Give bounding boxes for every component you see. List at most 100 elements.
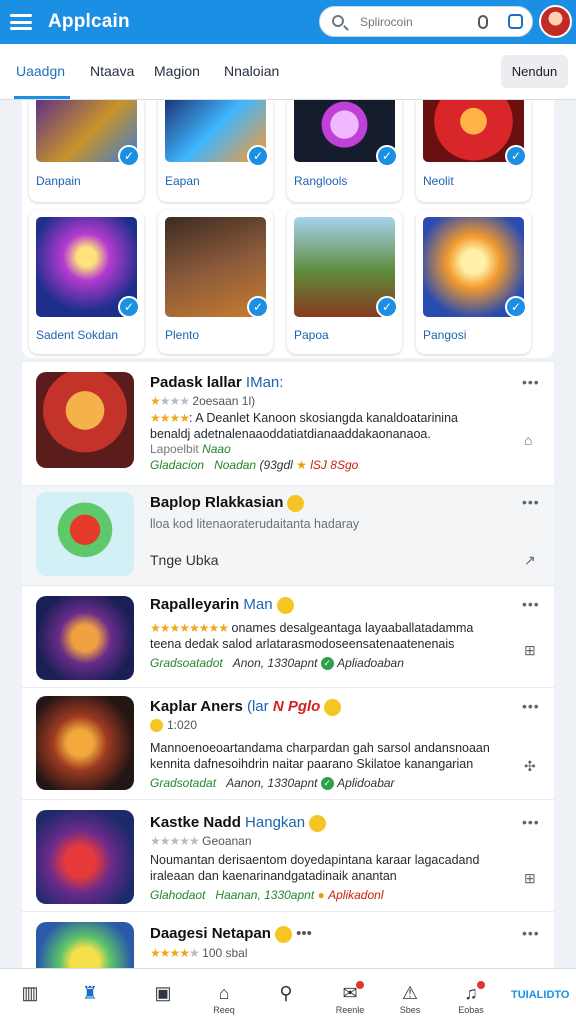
tab-ntaava[interactable]: Ntaava xyxy=(90,63,134,79)
verified-icon: ✓ xyxy=(505,145,527,167)
item-description: Mannoenoeoartandama charpardan gah sarso… xyxy=(150,741,490,771)
tab-action-button[interactable]: Nendun xyxy=(501,55,568,88)
more-options-icon[interactable]: ••• xyxy=(522,698,540,714)
nav-apps-icon[interactable]: ♜ xyxy=(70,983,110,1005)
nav-library-icon[interactable]: ▣ xyxy=(143,983,183,1005)
game-card-label: Ranglools xyxy=(294,174,348,188)
verified-icon: ✓ xyxy=(505,296,527,318)
game-card[interactable]: ✓ Eapan xyxy=(158,100,273,202)
game-card-label: Pangosi xyxy=(423,328,467,342)
game-card[interactable]: ✓ Sadent Sokdan xyxy=(29,210,144,354)
nav-inbox-icon[interactable]: ✉ Reenle xyxy=(330,981,370,1015)
item-meta: Gradsoatadot Anon, 1330apnt ✓ Apliadoaba… xyxy=(150,656,404,671)
emoji-icon xyxy=(309,814,327,832)
item-meta: Gradsotadat Aanon, 1330apnt ✓ Aplidoabar xyxy=(150,776,395,791)
item-rating: ★★★★ 2oesaan 1l) xyxy=(150,394,256,408)
more-options-icon[interactable]: ••• xyxy=(522,374,540,390)
mic-icon[interactable] xyxy=(478,15,488,29)
item-rating: 1:020 xyxy=(150,718,197,733)
emoji-icon xyxy=(276,596,294,614)
item-meta: Glahodaot Haanan, 1330apnt ● Aplikadonl xyxy=(150,888,384,902)
game-card-label: Papoa xyxy=(294,328,329,342)
app-bar: Applcain xyxy=(0,0,576,44)
pin-icon[interactable]: ✣ xyxy=(524,758,536,775)
search-bar[interactable] xyxy=(319,6,533,37)
more-options-icon[interactable]: ••• xyxy=(522,494,540,510)
app-thumbnail xyxy=(36,810,134,904)
game-card[interactable]: ✓ Papoa xyxy=(287,210,402,354)
list-item[interactable]: Baplop Rlakkasian lloa kod litenaorateru… xyxy=(22,486,554,586)
share-icon[interactable]: ⌂ xyxy=(524,432,532,448)
game-card[interactable]: ✓ Plento xyxy=(158,210,273,354)
nav-notifications-icon[interactable]: ♫ Eobas xyxy=(451,981,491,1015)
item-description: ★★★★★★★★ onames desalgeantaga layaaballa… xyxy=(150,621,474,651)
item-description: lloa kod litenaoraterudaitanta hadaray xyxy=(150,517,360,531)
game-card[interactable]: ✓ Neolit xyxy=(416,100,531,202)
game-card[interactable]: ✓ Pangosi xyxy=(416,210,531,354)
item-title: Rapalleyarin Man xyxy=(150,596,294,614)
game-card-label: Danpain xyxy=(36,174,81,188)
tab-nnaloian[interactable]: Nnaloian xyxy=(224,63,279,79)
list-item[interactable]: Padask lallar IMan: ★★★★ 2oesaan 1l) ★★★… xyxy=(22,362,554,486)
item-description: Noumantan derisaentom doyedapintana kara… xyxy=(150,853,480,883)
nav-alerts-icon[interactable]: ⚠ Sbes xyxy=(390,983,430,1015)
grid-icon[interactable]: ⊞ xyxy=(524,642,536,659)
item-meta-top: Lapoelbit Naao xyxy=(150,442,231,456)
active-tab-indicator xyxy=(14,96,70,99)
tab-uaadgn[interactable]: Uaadgn xyxy=(16,63,65,79)
more-options-icon[interactable]: ••• xyxy=(522,925,540,941)
app-thumbnail xyxy=(36,492,134,576)
search-input[interactable] xyxy=(360,12,470,32)
game-card[interactable]: ✓ Ranglools xyxy=(287,100,402,202)
home-icon[interactable] xyxy=(508,14,523,29)
search-icon xyxy=(332,15,344,27)
menu-icon[interactable] xyxy=(10,11,32,33)
item-title: Baplop Rlakkasian xyxy=(150,494,305,512)
featured-grid: ✓ Danpain ✓ Eapan ✓ Ranglools ✓ Neolit ✓… xyxy=(22,100,554,358)
nav-tutorial-label[interactable]: TUIALIDTO xyxy=(511,989,569,1001)
item-rating: ★★★★★ Geoanan xyxy=(150,834,252,848)
game-card-label: Neolit xyxy=(423,174,454,188)
more-options-icon[interactable]: ••• xyxy=(522,814,540,830)
item-rating: ★★★★★ 100 sbal xyxy=(150,946,248,960)
grid-icon[interactable]: ⊞ xyxy=(524,870,536,887)
item-title: Daagesi Netapan ••• xyxy=(150,925,312,943)
list-item[interactable]: Kaplar Aners (lar N Pglo 1:020 Mannoenoe… xyxy=(22,688,554,800)
verified-icon: ✓ xyxy=(118,296,140,318)
item-title: Kaplar Aners (lar N Pglo xyxy=(150,698,342,716)
tab-bar: Uaadgn Ntaava Magion Nnaloian Nendun xyxy=(0,44,576,100)
app-thumbnail xyxy=(36,696,134,790)
app-title: Applcain xyxy=(48,11,130,32)
app-thumbnail xyxy=(36,372,134,468)
item-subtitle: Tnge Ubka xyxy=(150,552,219,568)
emoji-icon xyxy=(287,494,305,512)
item-meta: Gladacion Noadan (93gdl ★ lSJ 8Sgo xyxy=(150,458,359,472)
verified-icon: ✓ xyxy=(376,145,398,167)
item-description: ★★★★: A Deanlet Kanoon skosiangda kanald… xyxy=(150,411,458,441)
list-item[interactable]: Daagesi Netapan ••• ★★★★★ 100 sbal ••• xyxy=(22,912,554,968)
emoji-icon xyxy=(324,698,342,716)
tab-magion[interactable]: Magion xyxy=(154,63,200,79)
list-item[interactable]: Rapalleyarin Man ★★★★★★★★ onames desalge… xyxy=(22,586,554,688)
game-card-label: Sadent Sokdan xyxy=(36,328,119,342)
bottom-nav: ▥ ♜ ▣ ⌂ Reeq ⚲ ✉ Reenle ⚠ Sbes ♫ Eobas TUIAL… xyxy=(0,968,576,1024)
game-card-label: Plento xyxy=(165,328,200,342)
nav-search-icon[interactable]: ⚲ xyxy=(266,983,306,1005)
list-item[interactable]: Kastke Nadd Hangkan ★★★★★ Geoanan Nouman… xyxy=(22,800,554,912)
verified-icon: ✓ xyxy=(376,296,398,318)
emoji-icon xyxy=(274,925,292,943)
nav-home-icon[interactable]: ⌂ Reeq xyxy=(204,983,244,1015)
verified-icon: ✓ xyxy=(118,145,140,167)
app-thumbnail xyxy=(36,922,134,968)
game-card[interactable]: ✓ Danpain xyxy=(29,100,144,202)
item-title: Kastke Nadd Hangkan xyxy=(150,814,327,832)
app-list: Padask lallar IMan: ★★★★ 2oesaan 1l) ★★★… xyxy=(22,362,554,968)
verified-icon: ✓ xyxy=(247,296,269,318)
game-card-label: Eapan xyxy=(165,174,200,188)
verified-icon: ✓ xyxy=(247,145,269,167)
share-icon[interactable]: ↗ xyxy=(524,552,536,569)
nav-dashboard-icon[interactable]: ▥ xyxy=(10,983,50,1005)
avatar[interactable] xyxy=(539,5,572,38)
app-thumbnail xyxy=(36,596,134,680)
more-options-icon[interactable]: ••• xyxy=(522,596,540,612)
